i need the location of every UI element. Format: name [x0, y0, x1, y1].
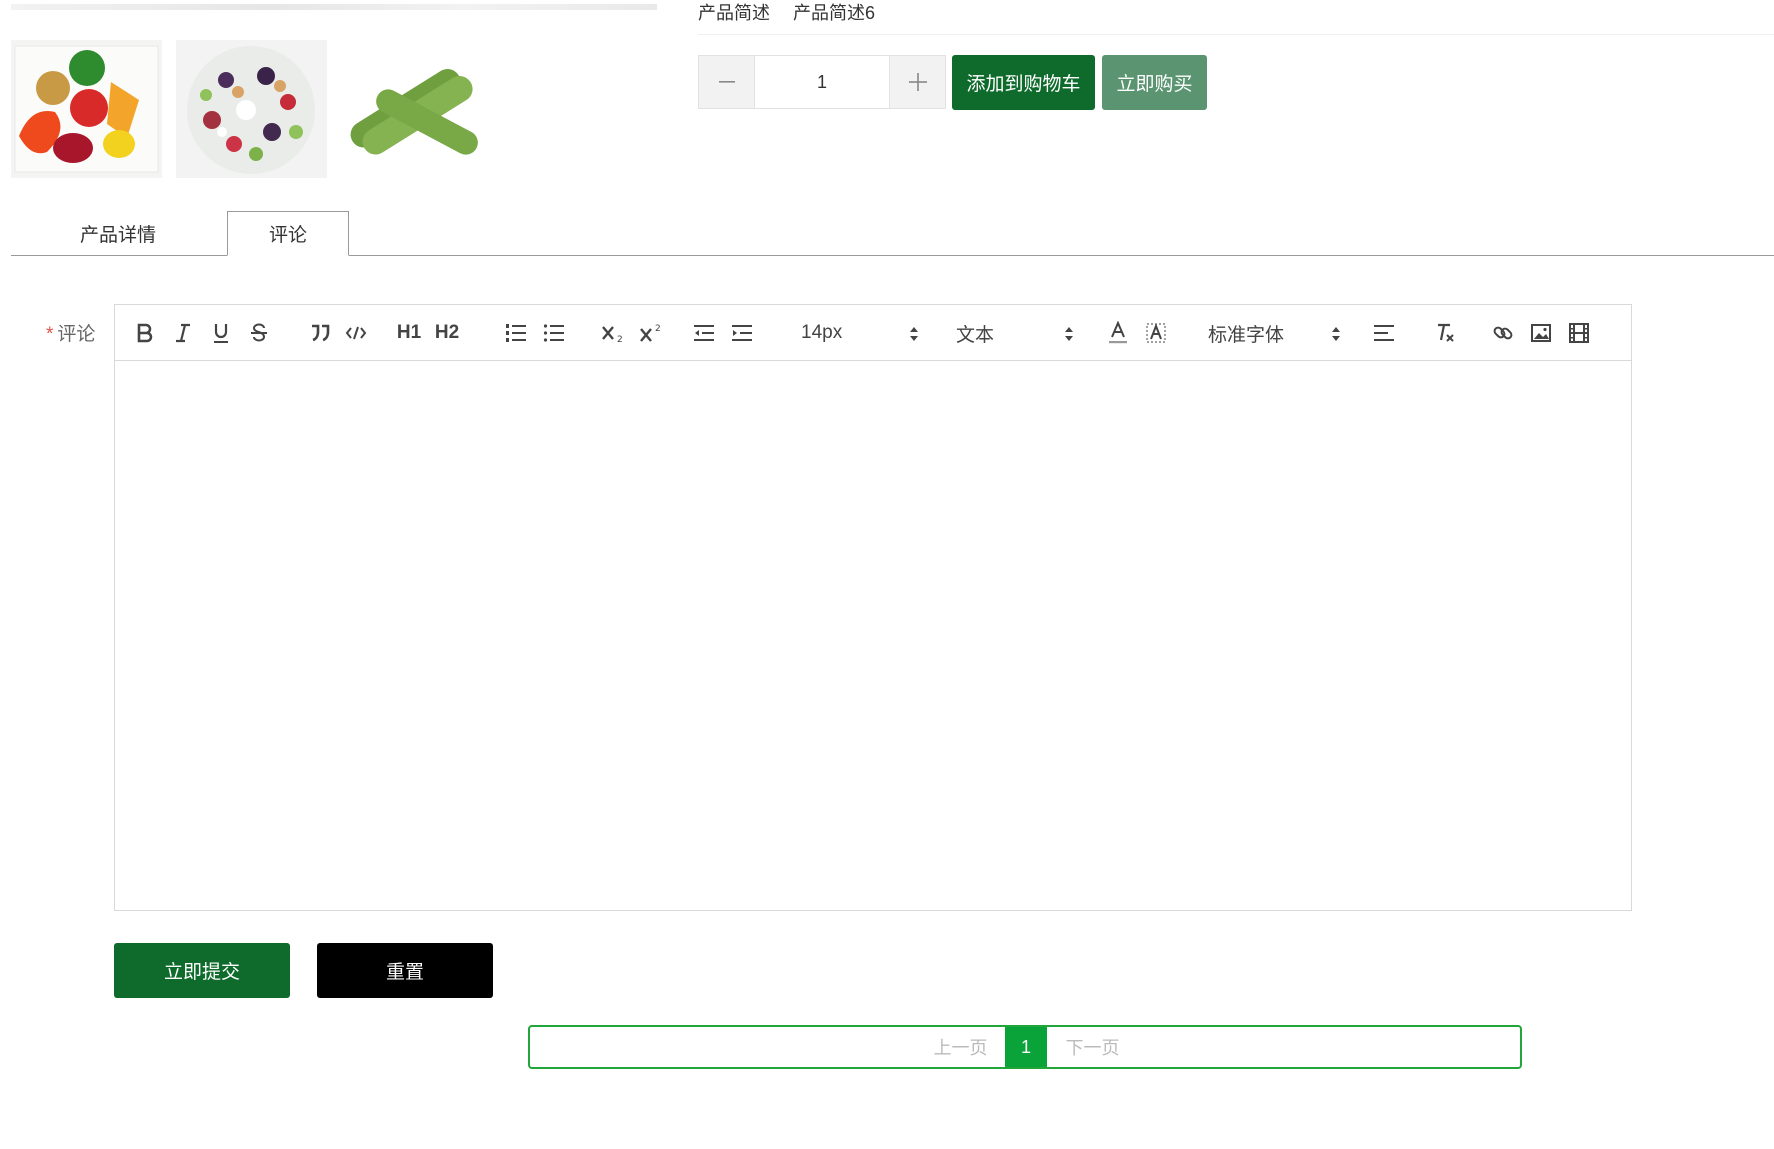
fruit-plate-image — [11, 40, 162, 178]
product-summary-value: 产品简述6 — [793, 3, 876, 23]
divider — [698, 34, 1774, 35]
code-block-button[interactable] — [343, 319, 369, 347]
pagination-next[interactable]: 下一页 — [1055, 1027, 1130, 1067]
heading-1-icon: H1 — [396, 322, 422, 343]
quote-icon — [312, 324, 330, 342]
editor-content-area[interactable] — [115, 361, 1631, 910]
quantity-decrement-button[interactable] — [699, 56, 754, 108]
subscript-button[interactable]: 2 — [599, 319, 627, 347]
comment-label-text: 评论 — [57, 324, 96, 345]
header-select-value: 文本 — [956, 324, 995, 346]
code-icon — [345, 326, 367, 340]
font-family-select[interactable]: 标准字体 — [1208, 319, 1328, 347]
font-size-select[interactable]: 14px — [801, 319, 921, 347]
background-color-icon — [1146, 323, 1166, 343]
quantity-input[interactable]: 1 — [754, 56, 890, 108]
superscript-button[interactable]: 2 — [637, 319, 665, 347]
strikethrough-button[interactable] — [247, 319, 271, 347]
background-color-button[interactable] — [1143, 319, 1169, 347]
submit-button[interactable]: 立即提交 — [114, 943, 290, 998]
required-mark: * — [46, 324, 54, 345]
plus-icon — [908, 73, 927, 91]
ordered-list-button[interactable] — [503, 319, 529, 347]
fruit-salad-image — [176, 40, 327, 178]
italic-icon — [176, 323, 190, 343]
pagination-prev[interactable]: 上一页 — [923, 1027, 998, 1067]
font-size-value: 14px — [801, 322, 843, 343]
strikethrough-icon — [251, 323, 267, 342]
font-family-select-arrows-icon — [1332, 327, 1340, 341]
editor-toolbar: H1 H2 2 2 14px 文本 标准字体 — [115, 305, 1631, 361]
header-select[interactable]: 文本 — [956, 319, 1066, 347]
superscript-icon: 2 — [640, 324, 661, 342]
blockquote-button[interactable] — [307, 319, 333, 347]
thumbnail-fruit-plate[interactable] — [11, 40, 162, 178]
bold-button[interactable] — [133, 319, 157, 347]
heading-2-button[interactable]: H2 — [433, 319, 461, 347]
underline-button[interactable] — [209, 319, 233, 347]
underline-icon — [214, 324, 228, 343]
add-to-cart-button[interactable]: 添加到购物车 — [952, 55, 1095, 110]
insert-link-button[interactable] — [1490, 319, 1516, 347]
indent-icon — [732, 325, 752, 341]
align-button[interactable] — [1371, 319, 1397, 347]
comment-field-label: * 评论 — [46, 319, 95, 346]
italic-button[interactable] — [171, 319, 195, 347]
quantity-increment-button[interactable] — [890, 56, 945, 108]
svg-text:2: 2 — [617, 335, 623, 343]
product-summary: 产品简述 产品简述6 — [698, 0, 893, 26]
subscript-icon: 2 — [602, 326, 623, 343]
rich-text-editor: H1 H2 2 2 14px 文本 标准字体 — [114, 304, 1632, 911]
gallery-main-image-edge — [11, 4, 657, 10]
cucumber-image — [341, 40, 492, 178]
pagination-page-current[interactable]: 1 — [1005, 1027, 1047, 1067]
bullet-list-icon — [543, 324, 564, 342]
tab-product-details[interactable]: 产品详情 — [48, 211, 188, 256]
align-left-icon — [1374, 325, 1394, 341]
thumbnail-fruit-salad[interactable] — [176, 40, 327, 178]
font-size-select-arrows-icon — [910, 327, 918, 341]
insert-image-button[interactable] — [1528, 319, 1554, 347]
product-summary-label: 产品简述 — [698, 3, 770, 23]
video-icon — [1569, 323, 1589, 343]
text-color-icon — [1109, 321, 1127, 344]
bullet-list-button[interactable] — [541, 319, 567, 347]
insert-video-button[interactable] — [1566, 319, 1592, 347]
svg-text:2: 2 — [655, 324, 661, 334]
header-select-arrows-icon — [1065, 327, 1073, 341]
text-color-button[interactable] — [1105, 319, 1131, 347]
clear-format-icon — [1438, 323, 1454, 342]
image-icon — [1531, 324, 1551, 342]
link-icon — [1493, 326, 1513, 340]
heading-1-button[interactable]: H1 — [395, 319, 423, 347]
pagination: 上一页 1 下一页 — [528, 1025, 1522, 1069]
reset-button[interactable]: 重置 — [317, 943, 493, 998]
outdent-button[interactable] — [691, 319, 717, 347]
ordered-list-icon — [506, 324, 526, 342]
font-family-value: 标准字体 — [1208, 324, 1285, 346]
thumbnail-cucumber[interactable] — [341, 40, 492, 178]
minus-icon — [718, 81, 735, 83]
indent-button[interactable] — [729, 319, 755, 347]
clear-format-button[interactable] — [1432, 319, 1458, 347]
heading-2-icon: H2 — [434, 322, 460, 343]
buy-now-button[interactable]: 立即购买 — [1102, 55, 1207, 110]
tab-comments[interactable]: 评论 — [227, 211, 349, 256]
quantity-stepper: 1 — [698, 55, 946, 109]
bold-icon — [137, 323, 153, 343]
outdent-icon — [694, 325, 714, 341]
